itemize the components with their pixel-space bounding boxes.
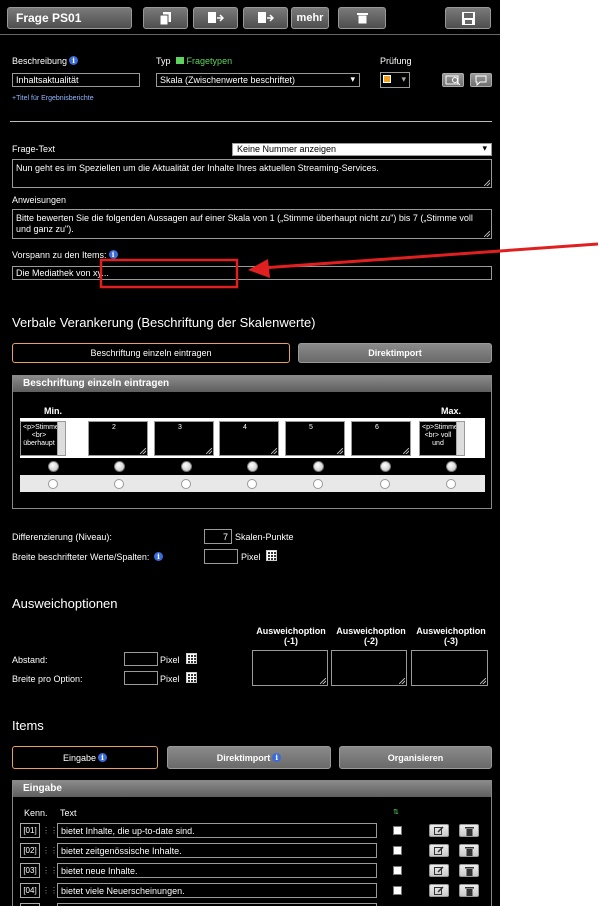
- annotation-highlight-box: [99, 258, 239, 289]
- annotation-overlay: [99, 242, 599, 289]
- annotation-arrow-line: [261, 242, 599, 270]
- annotation-arrow-head: [248, 259, 270, 278]
